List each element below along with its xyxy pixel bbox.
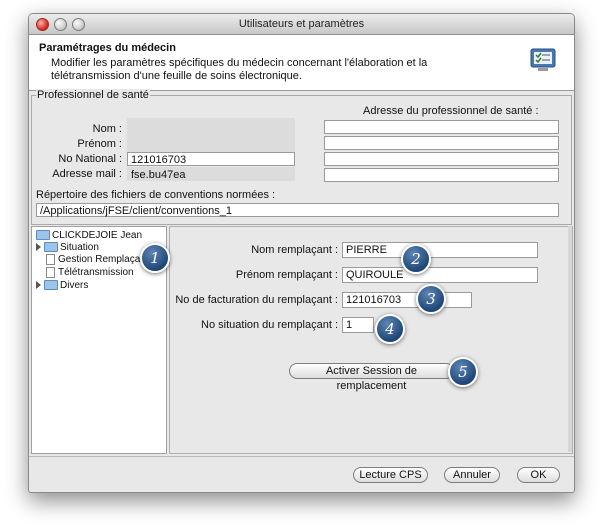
footer-separator bbox=[29, 456, 574, 457]
tree-item-label: Télétransmission bbox=[58, 267, 134, 279]
tree-item-teletransmission[interactable]: Télétransmission bbox=[46, 267, 134, 278]
tree-root[interactable]: CLICKDEJOIE Jean bbox=[36, 230, 142, 241]
facturation-field[interactable]: 121016703 bbox=[342, 292, 472, 308]
ok-button[interactable]: OK bbox=[517, 467, 560, 483]
document-icon bbox=[46, 254, 55, 265]
prenom-remplacant-label: Prénom remplaçant : bbox=[235, 269, 338, 281]
nom-remplacant-label: Nom remplaçant : bbox=[251, 244, 338, 256]
document-icon bbox=[46, 267, 55, 278]
adresse-line-2[interactable] bbox=[324, 136, 559, 150]
callout-badge-2: 2 bbox=[401, 244, 431, 274]
callout-badge-3: 3 bbox=[416, 284, 446, 314]
adresse-line-1[interactable] bbox=[324, 120, 559, 134]
prenom-remplacant-field[interactable]: QUIROULE bbox=[342, 267, 538, 283]
adresse-mail-label: Adresse mail : bbox=[52, 168, 122, 180]
nom-label: Nom : bbox=[92, 123, 122, 135]
tree-item-situation[interactable]: Situation bbox=[36, 242, 99, 253]
activer-session-button[interactable]: Activer Session de remplacement bbox=[289, 363, 454, 392]
expand-triangle-icon[interactable] bbox=[36, 243, 41, 252]
annuler-button[interactable]: Annuler bbox=[444, 467, 500, 483]
tree-item-gestion-remplacant[interactable]: Gestion Remplaçant bbox=[46, 254, 149, 265]
repertoire-label: Répertoire des fichiers de conventions n… bbox=[36, 189, 276, 201]
settings-checklist-icon bbox=[530, 48, 556, 71]
professionnel-legend: Professionnel de santé bbox=[36, 89, 150, 101]
adresse-mail-field: fse.bu47ea bbox=[127, 167, 295, 181]
adresse-line-4[interactable] bbox=[324, 168, 559, 182]
tree-item-divers[interactable]: Divers bbox=[36, 280, 88, 291]
no-national-label: No National : bbox=[58, 153, 122, 165]
callout-badge-4: 4 bbox=[375, 314, 405, 344]
professionnel-fieldset: Professionnel de santé Nom : Prénom : No… bbox=[31, 89, 572, 225]
lecture-cps-button[interactable]: Lecture CPS bbox=[353, 467, 428, 483]
nom-remplacant-field[interactable]: PIERRE bbox=[342, 242, 538, 258]
situation-field[interactable]: 1 bbox=[342, 317, 374, 333]
situation-label: No situation du remplaçant : bbox=[201, 319, 338, 331]
settings-window: Utilisateurs et paramètres Paramétrages … bbox=[28, 13, 575, 493]
header-panel: Paramétrages du médecin Modifier les par… bbox=[29, 35, 574, 91]
expand-triangle-icon[interactable] bbox=[36, 281, 41, 290]
repertoire-field[interactable]: /Applications/jFSE/client/conventions_1 bbox=[36, 203, 559, 217]
window-title: Utilisateurs et paramètres bbox=[238, 18, 365, 30]
panel-scrollbar[interactable] bbox=[568, 226, 572, 452]
callout-badge-5: 5 bbox=[448, 357, 478, 387]
title-bar: Utilisateurs et paramètres bbox=[29, 14, 574, 35]
remplacant-panel: Nom remplaçant : PIERRE Prénom remplaçan… bbox=[169, 226, 573, 454]
tree-item-label: Divers bbox=[60, 280, 89, 291]
folder-icon bbox=[44, 280, 58, 291]
header-description: Modifier les paramètres spécifiques du m… bbox=[51, 57, 428, 82]
adresse-line-3[interactable] bbox=[324, 152, 559, 166]
tree-item-label: Situation bbox=[60, 242, 99, 253]
prenom-label: Prénom : bbox=[77, 138, 122, 150]
no-national-field[interactable]: 121016703 bbox=[127, 152, 295, 166]
header-title: Paramétrages du médecin bbox=[39, 42, 176, 54]
tree-root-label: CLICKDEJOIE Jean bbox=[52, 230, 143, 241]
adresse-title: Adresse du professionnel de santé : bbox=[363, 105, 539, 117]
folder-icon bbox=[44, 242, 58, 253]
tree-item-label: Gestion Remplaçant bbox=[58, 254, 149, 266]
folder-icon bbox=[36, 230, 50, 241]
facturation-label: No de facturation du remplaçant : bbox=[175, 294, 338, 306]
callout-badge-1: 1 bbox=[140, 243, 170, 273]
